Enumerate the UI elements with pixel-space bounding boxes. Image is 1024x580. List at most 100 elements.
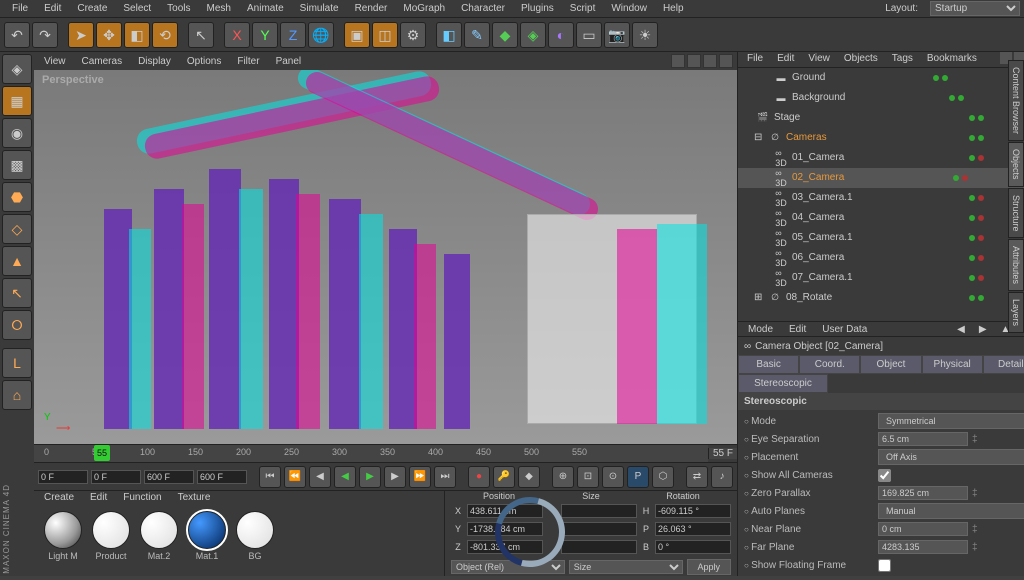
menu-mograph[interactable]: MoGraph xyxy=(395,1,453,16)
autokey-button[interactable]: 🔑 xyxy=(493,466,515,488)
mat-menu-function[interactable]: Function xyxy=(117,491,167,507)
point-mode[interactable]: ⬣ xyxy=(2,182,32,212)
material-light-m[interactable]: Light M xyxy=(42,511,84,561)
perspective-viewport[interactable]: Perspective Y⟶ xyxy=(34,70,737,444)
material-swatch[interactable] xyxy=(92,511,130,549)
attr-select-placement[interactable]: Off Axis xyxy=(878,449,1024,465)
vp-menu-filter[interactable]: Filter xyxy=(231,54,265,69)
snap-toggle[interactable]: ⭘ xyxy=(2,310,32,340)
attr-tab-physical[interactable]: Physical xyxy=(922,355,983,374)
pos-key-toggle[interactable]: ⊕ xyxy=(552,466,574,488)
timeline-playhead[interactable]: 55 xyxy=(94,445,110,461)
attr-nav-fwd[interactable]: ▶ xyxy=(973,323,993,336)
frame-current-field[interactable] xyxy=(38,470,88,484)
range-end-right-field[interactable] xyxy=(197,470,247,484)
visibility-dot[interactable] xyxy=(969,215,975,221)
mat-menu-texture[interactable]: Texture xyxy=(172,491,217,507)
primitive-cube[interactable]: ◧ xyxy=(436,22,462,48)
goto-next-key-button[interactable]: ⏩ xyxy=(409,466,431,488)
render-region[interactable]: ◫ xyxy=(372,22,398,48)
material-bg[interactable]: BG xyxy=(234,511,276,561)
workplane-snap[interactable]: ⌂ xyxy=(2,380,32,410)
visibility-dot[interactable] xyxy=(978,255,984,261)
panel-tab-layers[interactable]: Layers xyxy=(1008,292,1024,333)
coord-apply-button[interactable]: Apply xyxy=(687,559,732,575)
tree-item-07_camera-1[interactable]: ∞3D07_Camera.1 xyxy=(738,268,1024,288)
menu-select[interactable]: Select xyxy=(115,1,159,16)
vp-pan-icon[interactable] xyxy=(671,54,685,68)
vp-menu-options[interactable]: Options xyxy=(181,54,227,69)
select-tool[interactable]: ➤ xyxy=(68,22,94,48)
coord-object-mode[interactable]: Object (Rel) xyxy=(451,560,565,574)
rot-B[interactable] xyxy=(655,540,731,554)
size-Y[interactable] xyxy=(561,522,637,536)
attr-nav-back[interactable]: ◀ xyxy=(951,323,971,336)
render-settings[interactable]: ⚙ xyxy=(400,22,426,48)
layout-dropdown[interactable]: Startup xyxy=(930,1,1020,16)
size-Z[interactable] xyxy=(561,540,637,554)
vp-menu-display[interactable]: Display xyxy=(132,54,177,69)
rot-H[interactable] xyxy=(655,504,731,518)
model-mode[interactable]: ▦ xyxy=(2,86,32,116)
expander-icon[interactable]: ⊞ xyxy=(754,292,766,303)
menu-render[interactable]: Render xyxy=(347,1,396,16)
om-menu-view[interactable]: View xyxy=(803,52,835,67)
attr-check-show-all-cameras[interactable] xyxy=(878,469,891,482)
axis-mode[interactable]: ↖ xyxy=(2,278,32,308)
object-name[interactable]: 08_Rotate xyxy=(784,292,969,303)
rot-P[interactable] xyxy=(655,522,731,536)
visibility-dot[interactable] xyxy=(978,295,984,301)
menu-edit[interactable]: Edit xyxy=(36,1,69,16)
vp-menu-cameras[interactable]: Cameras xyxy=(76,54,129,69)
visibility-dot[interactable] xyxy=(978,155,984,161)
tree-item-05_camera-1[interactable]: ∞3D05_Camera.1 xyxy=(738,228,1024,248)
menu-create[interactable]: Create xyxy=(69,1,115,16)
om-menu-tags[interactable]: Tags xyxy=(887,52,918,67)
attr-tab-basic[interactable]: Basic xyxy=(738,355,799,374)
redo-button[interactable]: ↷ xyxy=(32,22,58,48)
attr-tab-coord[interactable]: Coord. xyxy=(799,355,860,374)
y-axis-toggle[interactable]: Y xyxy=(252,22,278,48)
spinner-icon[interactable]: ‡ xyxy=(972,488,978,499)
prev-frame-button[interactable]: ◀ xyxy=(309,466,331,488)
object-name[interactable]: 01_Camera xyxy=(790,152,969,163)
edge-mode[interactable]: ◇ xyxy=(2,214,32,244)
range-start-field[interactable] xyxy=(91,470,141,484)
visibility-dot[interactable] xyxy=(969,235,975,241)
tree-item-01_camera[interactable]: ∞3D01_Camera xyxy=(738,148,1024,168)
visibility-dot[interactable] xyxy=(969,275,975,281)
attr-input-zero-parallax[interactable] xyxy=(878,486,968,500)
attr-select-auto-planes[interactable]: Manual xyxy=(878,503,1024,519)
pos-Y[interactable] xyxy=(467,522,543,536)
next-frame-button[interactable]: ▶ xyxy=(384,466,406,488)
tree-item-06_camera[interactable]: ∞3D06_Camera xyxy=(738,248,1024,268)
panel-tab-structure[interactable]: Structure xyxy=(1008,188,1024,239)
object-name[interactable]: 03_Camera.1 xyxy=(790,192,969,203)
pos-X[interactable] xyxy=(467,504,543,518)
vp-menu-view[interactable]: View xyxy=(38,54,72,69)
mat-menu-edit[interactable]: Edit xyxy=(84,491,113,507)
range-end-left-field[interactable] xyxy=(144,470,194,484)
panel-tab-objects[interactable]: Objects xyxy=(1008,142,1024,187)
rotate-tool[interactable]: ⟲ xyxy=(152,22,178,48)
material-swatch[interactable] xyxy=(140,511,178,549)
tree-item-04_camera[interactable]: ∞3D04_Camera xyxy=(738,208,1024,228)
param-key-toggle[interactable]: P xyxy=(627,466,649,488)
visibility-dot[interactable] xyxy=(978,235,984,241)
visibility-dot[interactable] xyxy=(969,255,975,261)
material-swatch[interactable] xyxy=(236,511,274,549)
menu-simulate[interactable]: Simulate xyxy=(292,1,347,16)
vp-menu-panel[interactable]: Panel xyxy=(270,54,308,69)
visibility-dot[interactable] xyxy=(978,195,984,201)
menu-tools[interactable]: Tools xyxy=(159,1,198,16)
size-X[interactable] xyxy=(561,504,637,518)
om-menu-objects[interactable]: Objects xyxy=(839,52,883,67)
attr-input-near-plane[interactable] xyxy=(878,522,968,536)
play-mode-button[interactable]: ⇄ xyxy=(686,466,708,488)
visibility-dot[interactable] xyxy=(953,175,959,181)
material-product[interactable]: Product xyxy=(90,511,132,561)
object-name[interactable]: Stage xyxy=(772,112,969,123)
sound-button[interactable]: ♪ xyxy=(711,466,733,488)
menu-script[interactable]: Script xyxy=(562,1,604,16)
visibility-dot[interactable] xyxy=(942,75,948,81)
